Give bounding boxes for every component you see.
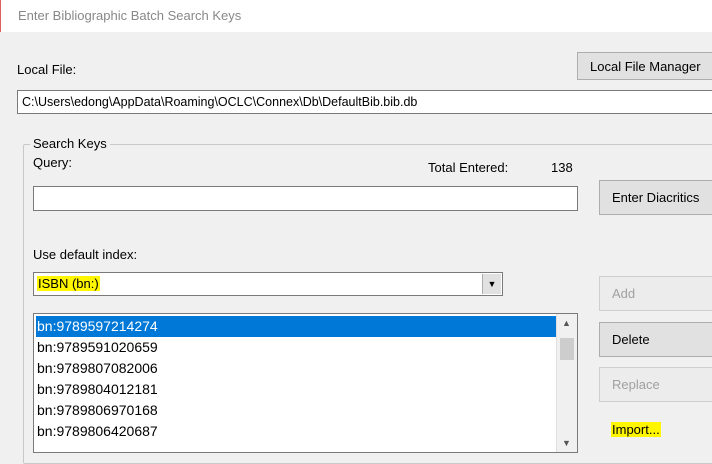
delete-button[interactable]: Delete <box>599 322 712 357</box>
search-keys-group-label: Search Keys <box>30 136 110 151</box>
local-file-manager-button[interactable]: Local File Manager <box>577 52 712 80</box>
enter-diacritics-button[interactable]: Enter Diacritics <box>599 180 712 215</box>
total-entered-value: 138 <box>551 160 573 175</box>
list-item[interactable]: bn:9789597214274 <box>36 316 557 337</box>
default-index-label: Use default index: <box>33 247 138 262</box>
list-item[interactable]: bn:9789806970168 <box>36 400 557 421</box>
window-title: Enter Bibliographic Batch Search Keys <box>18 8 242 23</box>
scroll-down-icon[interactable]: ▼ <box>562 438 571 448</box>
search-keys-list[interactable]: bn:9789597214274 bn:9789591020659 bn:978… <box>33 313 578 453</box>
import-button[interactable]: Import... <box>599 412 712 447</box>
import-button-label: Import... <box>611 422 661 437</box>
replace-button[interactable]: Replace <box>599 367 712 402</box>
list-item[interactable]: bn:9789591020659 <box>36 337 557 358</box>
default-index-select[interactable]: ISBN (bn:) ▼ <box>33 272 503 296</box>
local-file-label: Local File: <box>17 62 77 77</box>
title-bar: Enter Bibliographic Batch Search Keys <box>0 0 712 32</box>
total-entered-label: Total Entered: <box>428 160 509 175</box>
scrollbar-thumb[interactable] <box>560 338 574 360</box>
add-button[interactable]: Add <box>599 276 712 311</box>
default-index-selected-value: ISBN (bn:) <box>37 276 100 291</box>
local-file-path-field[interactable]: C:\Users\edong\AppData\Roaming\OCLC\Conn… <box>17 90 712 114</box>
list-item[interactable]: bn:9789806420687 <box>36 421 557 442</box>
dropdown-arrow-icon[interactable]: ▼ <box>482 274 501 294</box>
list-item[interactable]: bn:9789807082006 <box>36 358 557 379</box>
scroll-up-icon[interactable]: ▲ <box>562 318 571 328</box>
query-label: Query: <box>33 155 73 170</box>
query-input[interactable] <box>33 186 578 211</box>
list-scrollbar[interactable]: ▲ ▼ <box>556 314 577 452</box>
list-item[interactable]: bn:9789804012181 <box>36 379 557 400</box>
